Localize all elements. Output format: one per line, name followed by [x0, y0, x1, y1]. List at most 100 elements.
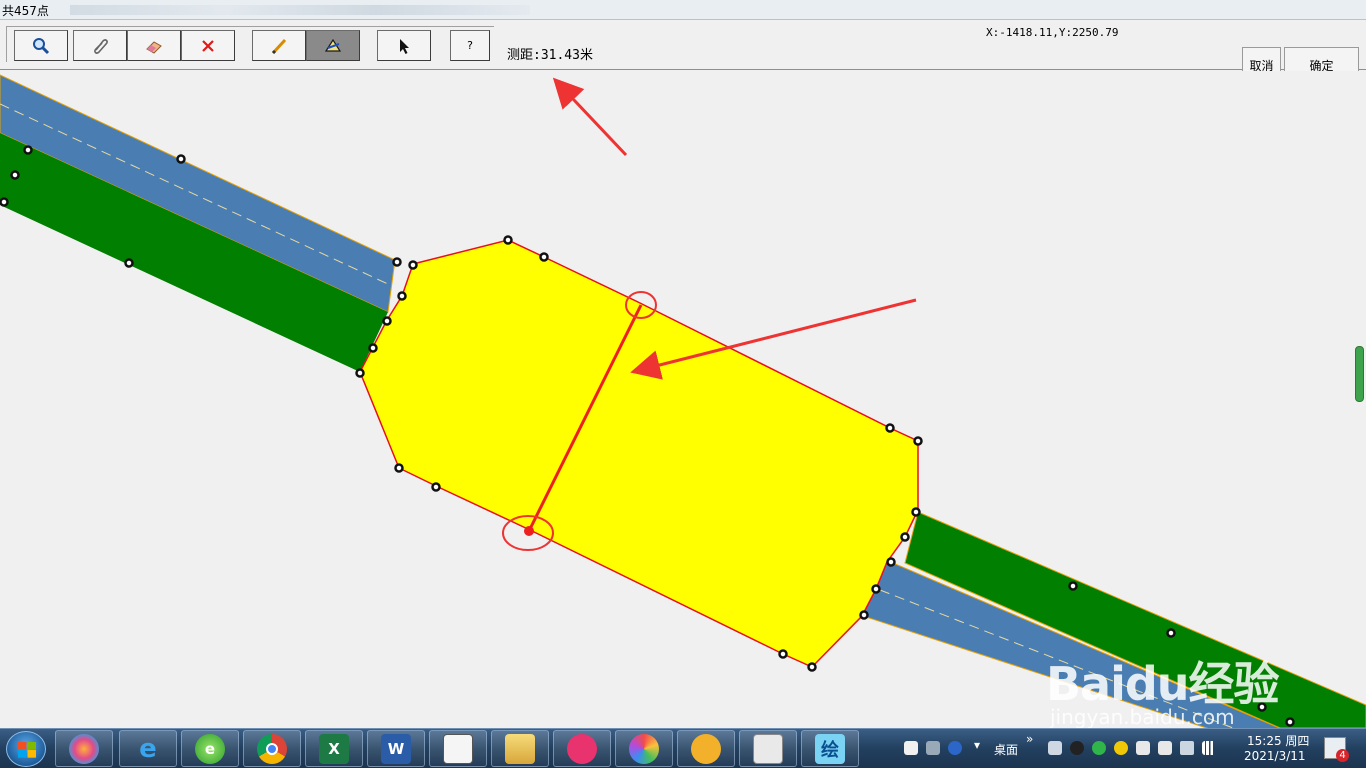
vertex — [911, 507, 921, 517]
tray-qq-icon[interactable] — [1070, 741, 1084, 755]
vertex — [355, 368, 365, 378]
baofeng-icon — [69, 733, 99, 764]
vertex — [392, 257, 402, 267]
taskbar-app-360[interactable]: e — [181, 730, 239, 767]
window-title: 共457点 — [2, 4, 49, 18]
vertex — [886, 557, 896, 567]
vertex — [431, 482, 441, 492]
notification-count: 4 — [1336, 749, 1349, 762]
red-x-icon — [202, 39, 214, 52]
measure-button[interactable] — [306, 30, 360, 61]
taskbar-app-excel[interactable]: X — [305, 730, 363, 767]
measure-readout: 测距:31.43米 — [507, 48, 593, 63]
measure-icon — [324, 38, 342, 52]
vertex — [859, 610, 869, 620]
vertex — [1068, 581, 1078, 591]
watermark-url: jingyan.baidu.com — [1050, 705, 1235, 728]
tray-360-icon[interactable] — [1092, 741, 1106, 755]
help-button[interactable]: ? — [450, 30, 490, 61]
system-tray: ▾ 桌面 » 15:25 周四 2021/3/11 4 — [900, 729, 1366, 768]
vertex — [871, 584, 881, 594]
chrome-icon — [257, 733, 287, 764]
pencil-icon — [271, 38, 287, 54]
taskbar-app-word[interactable]: W — [367, 730, 425, 767]
vertex — [913, 436, 923, 446]
action-center-icon[interactable]: 4 — [1324, 737, 1349, 762]
taskbar-app-chrome[interactable] — [243, 730, 301, 767]
vertex — [885, 423, 895, 433]
intersection-polygon — [359, 239, 919, 668]
map-canvas[interactable]: Baidu经验 jingyan.baidu.com — [0, 71, 1366, 728]
desktop-toolbar[interactable]: 桌面 — [994, 741, 1018, 758]
attach-button[interactable] — [73, 30, 127, 61]
vertex — [0, 197, 9, 207]
vertex — [397, 291, 407, 301]
taskbar-app-paint[interactable]: 绘 — [801, 730, 859, 767]
camera-app-icon — [753, 733, 783, 764]
paperclip-icon — [94, 38, 108, 54]
vertex — [382, 316, 392, 326]
blurred-titlebar-text — [70, 5, 530, 15]
vertex — [1285, 717, 1295, 727]
pencil-button[interactable] — [252, 30, 306, 61]
app-window: 共457点 ? 测距:31.43米 X:-1418.11,Y:2250.79 取… — [0, 0, 1366, 768]
coordinate-readout: X:-1418.11,Y:2250.79 — [986, 26, 1119, 39]
tray-display-icon[interactable] — [1136, 741, 1150, 755]
folder-icon — [505, 733, 535, 764]
vertex — [503, 235, 513, 245]
clock-time[interactable]: 15:25 周四 — [1247, 732, 1309, 749]
annotation-arrow-measure — [552, 77, 628, 157]
vertex — [176, 154, 186, 164]
tray-clip-icon[interactable] — [904, 741, 918, 755]
vertex — [1166, 628, 1176, 638]
measure-start-point — [524, 526, 534, 536]
start-button[interactable] — [6, 731, 46, 767]
taskbar: e e X W 绘 ▾ 桌面 » 15:25 周四 2021/3/11 4 — [0, 728, 1366, 768]
taskbar-app-meitu[interactable] — [553, 730, 611, 767]
tray-volume-icon[interactable] — [1180, 741, 1194, 755]
select-button[interactable] — [377, 30, 431, 61]
clock-date[interactable]: 2021/3/11 — [1244, 749, 1306, 763]
taskbar-app-explorer[interactable] — [491, 730, 549, 767]
browser-360-icon: e — [195, 733, 225, 764]
excel-icon: X — [319, 733, 349, 764]
vertex — [394, 463, 404, 473]
tray-overflow-chevron[interactable]: » — [1026, 732, 1033, 746]
tray-help-icon[interactable] — [948, 741, 962, 755]
tray-network-icon[interactable] — [1202, 741, 1216, 755]
eraser-icon — [146, 40, 162, 54]
zoom-button[interactable] — [14, 30, 68, 61]
tray-usb-icon[interactable] — [1158, 741, 1172, 755]
tray-security-icon[interactable] — [1114, 741, 1128, 755]
meitu-icon — [567, 733, 597, 764]
taskbar-app-reader[interactable] — [429, 730, 487, 767]
tray-expand[interactable]: ▾ — [974, 738, 980, 752]
eraser-button[interactable] — [127, 30, 181, 61]
vertex — [23, 145, 33, 155]
pen-app-icon — [691, 733, 721, 764]
vertex — [408, 260, 418, 270]
taskbar-app-pen[interactable] — [677, 730, 735, 767]
vertex — [10, 170, 20, 180]
tray-monitor-icon[interactable] — [1048, 741, 1062, 755]
taskbar-app-baofeng[interactable] — [55, 730, 113, 767]
delete-button[interactable] — [181, 30, 235, 61]
tray-keyboard-icon[interactable] — [926, 741, 940, 755]
map-drawing — [0, 74, 1366, 728]
image-viewer-icon — [629, 733, 659, 764]
ie-icon: e — [139, 733, 157, 764]
scroll-grip[interactable] — [1355, 346, 1364, 402]
taskbar-app-ie[interactable]: e — [119, 730, 177, 767]
toolbar: ? 测距:31.43米 X:-1418.11,Y:2250.79 取消 确定 — [0, 20, 1366, 84]
vertex — [807, 662, 817, 672]
taskbar-app-viewer[interactable] — [615, 730, 673, 767]
word-icon: W — [381, 733, 411, 764]
vertex — [900, 532, 910, 542]
magnifier-icon — [33, 37, 50, 54]
taskbar-app-camera[interactable] — [739, 730, 797, 767]
paint-app-icon: 绘 — [815, 733, 845, 764]
reader-icon — [443, 733, 473, 764]
vertex — [778, 649, 788, 659]
arrow-cursor-icon — [400, 38, 409, 54]
vertex — [124, 258, 134, 268]
